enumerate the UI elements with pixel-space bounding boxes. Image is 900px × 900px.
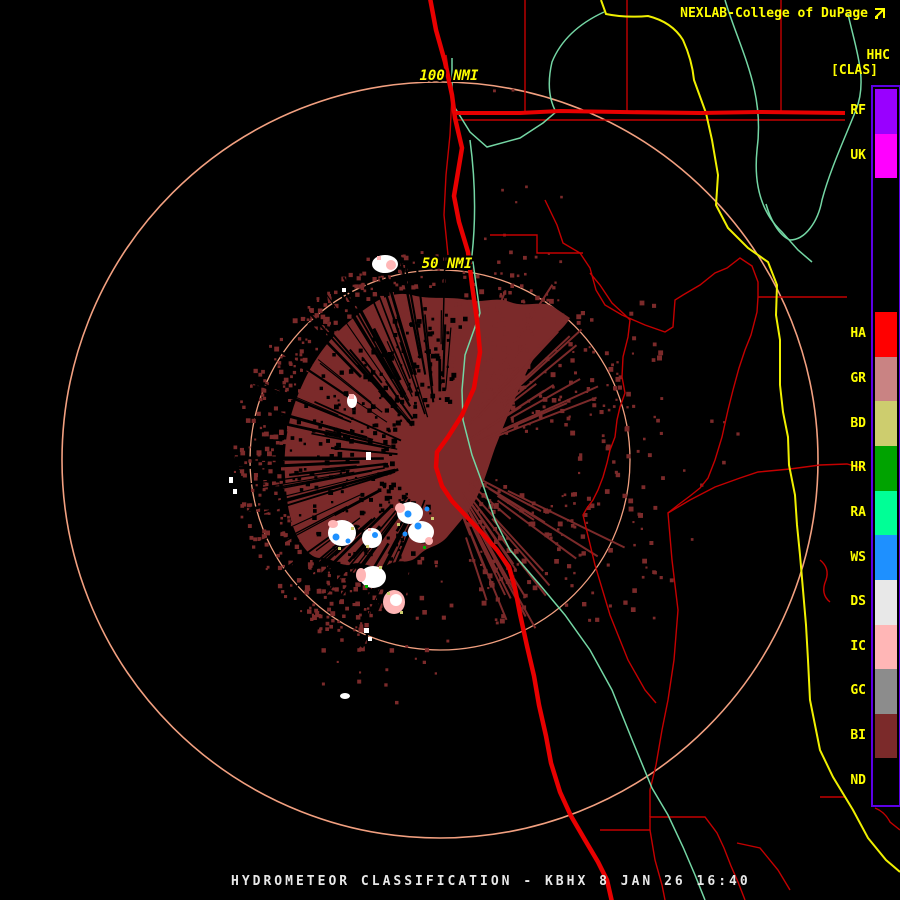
legend-segment-hr: [875, 446, 897, 491]
product-title-bar: HYDROMETEOR CLASSIFICATION - KBHX 8 JAN …: [231, 874, 751, 889]
external-link-icon: [875, 8, 885, 19]
storm-cell: [347, 394, 357, 408]
legend-label-gr: GR: [850, 371, 866, 387]
legend-segment-blank: [875, 267, 897, 313]
legend-label-nd: ND: [850, 772, 866, 788]
legend-label-uk: UK: [850, 147, 866, 163]
brand-label: NEXLAB-College of DuPage: [680, 6, 868, 21]
legend-color-bar: [871, 85, 900, 807]
legend-label-ha: HA: [850, 326, 866, 342]
legend-label-ds: DS: [850, 594, 866, 610]
legend-segment-bd: [875, 401, 897, 446]
range-ring-100-label: 100 NMI: [419, 68, 479, 84]
legend-label-bi: BI: [850, 728, 866, 744]
range-ring-50-label: 50 NMI: [422, 256, 473, 272]
legend-segment-bi: [875, 713, 897, 759]
legend-segment-gc: [875, 669, 897, 714]
storm-cell: [383, 590, 405, 614]
legend-segment-nd: [875, 758, 897, 803]
legend-label-rf: RF: [850, 103, 866, 119]
legend-segment-ha: [875, 312, 897, 357]
legend-segment-ic: [875, 624, 897, 670]
product-code: HHC: [866, 48, 890, 63]
legend-label-gc: GC: [850, 683, 866, 699]
legend-label-hr: HR: [850, 460, 866, 476]
legend-segment-uk: [875, 133, 897, 179]
echo-region: [233, 88, 740, 705]
legend-segment-blank: [875, 222, 897, 268]
storm-cell: [340, 693, 350, 699]
legend-label-ws: WS: [850, 549, 866, 565]
classification-tag: [CLAS]: [831, 63, 878, 78]
legend-label-ra: RA: [850, 504, 866, 520]
legend-segment-ws: [875, 535, 897, 580]
legend-segment-rf: [875, 89, 897, 134]
legend-segment-ds: [875, 579, 897, 625]
storm-cell: [372, 255, 398, 273]
storm-cell: [229, 477, 237, 494]
legend-label-bd: BD: [850, 415, 866, 431]
legend-segment-gr: [875, 356, 897, 402]
legend-label-ic: IC: [850, 638, 866, 654]
highway-east-west: [455, 108, 846, 116]
radar-map: 100 NMI 50 NMI: [61, 0, 900, 900]
storm-cell: [366, 452, 371, 460]
storm-cell: [342, 288, 346, 292]
brand-header: NEXLAB-College of DuPage: [680, 6, 886, 21]
legend-segment-blank: [875, 178, 897, 223]
legend-segment-ra: [875, 490, 897, 536]
radar-viewer: 100 NMI 50 NMI NEXLAB-College of DuPage …: [0, 0, 900, 900]
county-roads: [443, 0, 900, 900]
storm-cell: [362, 528, 382, 548]
